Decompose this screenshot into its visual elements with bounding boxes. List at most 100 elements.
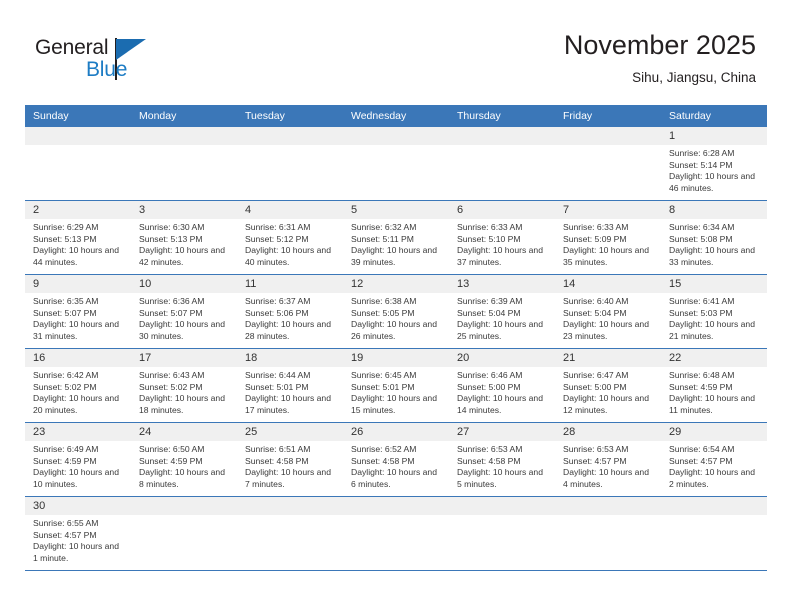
day-number-placeholder — [555, 127, 661, 145]
sunset-text: Sunset: 4:58 PM — [245, 455, 309, 466]
day-cell-9[interactable]: 9 Sunrise: 6:35 AM Sunset: 5:07 PM Daylight… — [25, 274, 131, 349]
day-cell-8[interactable]: 8 Sunrise: 6:34 AM Sunset: 5:08 PM Daylight… — [661, 200, 767, 275]
day-number: 10 — [131, 275, 237, 293]
day-number-placeholder — [555, 497, 661, 515]
day-number: 8 — [661, 201, 767, 219]
day-cell-empty — [343, 496, 449, 571]
day-info: Sunrise: 6:53 AM Sunset: 4:58 PM Daylight:… — [449, 441, 555, 490]
day-cell-inner — [131, 127, 237, 200]
day-info: Sunrise: 6:42 AM Sunset: 5:02 PM Daylight:… — [25, 367, 131, 416]
weekday-header-monday: Monday — [131, 105, 237, 127]
sunset-text: Sunset: 5:04 PM — [457, 307, 521, 318]
day-cell-inner: 21 Sunrise: 6:47 AM Sunset: 5:00 PM Dayligh… — [555, 349, 661, 422]
day-info: Sunrise: 6:36 AM Sunset: 5:07 PM Daylight:… — [131, 293, 237, 342]
day-cell-empty — [237, 496, 343, 571]
day-cell-12[interactable]: 12 Sunrise: 6:38 AM Sunset: 5:05 PM Dayligh… — [343, 274, 449, 349]
day-number: 18 — [237, 349, 343, 367]
day-info: Sunrise: 6:31 AM Sunset: 5:12 PM Daylight:… — [237, 219, 343, 268]
sunset-text: Sunset: 5:04 PM — [563, 307, 627, 318]
day-cell-5[interactable]: 5 Sunrise: 6:32 AM Sunset: 5:11 PM Daylight… — [343, 200, 449, 275]
day-cell-3[interactable]: 3 Sunrise: 6:30 AM Sunset: 5:13 PM Daylight… — [131, 200, 237, 275]
day-cell-10[interactable]: 10 Sunrise: 6:36 AM Sunset: 5:07 PM Dayligh… — [131, 274, 237, 349]
daylight-text: Daylight: 10 hours and 31 minutes. — [33, 319, 119, 341]
day-cell-29[interactable]: 29 Sunrise: 6:54 AM Sunset: 4:57 PM Dayligh… — [661, 422, 767, 497]
sunset-text: Sunset: 5:06 PM — [245, 307, 309, 318]
daylight-text: Daylight: 10 hours and 10 minutes. — [33, 467, 119, 489]
weekday-header-wednesday: Wednesday — [343, 105, 449, 127]
day-info: Sunrise: 6:38 AM Sunset: 5:05 PM Daylight:… — [343, 293, 449, 342]
sunrise-text: Sunrise: 6:37 AM — [245, 296, 311, 306]
day-info: Sunrise: 6:29 AM Sunset: 5:13 PM Daylight:… — [25, 219, 131, 268]
sunrise-text: Sunrise: 6:29 AM — [33, 222, 99, 232]
day-info: Sunrise: 6:35 AM Sunset: 5:07 PM Daylight:… — [25, 293, 131, 342]
day-cell-16[interactable]: 16 Sunrise: 6:42 AM Sunset: 5:02 PM Dayligh… — [25, 348, 131, 423]
daylight-text: Daylight: 10 hours and 5 minutes. — [457, 467, 543, 489]
day-cell-inner: 7 Sunrise: 6:33 AM Sunset: 5:09 PM Daylight… — [555, 201, 661, 274]
calendar-grid: Sunday Monday Tuesday Wednesday Thursday Frid… — [25, 105, 767, 571]
day-cell-inner: 5 Sunrise: 6:32 AM Sunset: 5:11 PM Daylight… — [343, 201, 449, 274]
day-cell-19[interactable]: 19 Sunrise: 6:45 AM Sunset: 5:01 PM Dayligh… — [343, 348, 449, 423]
day-cell-2[interactable]: 2 Sunrise: 6:29 AM Sunset: 5:13 PM Daylight… — [25, 200, 131, 275]
day-cell-inner — [131, 497, 237, 570]
day-cell-11[interactable]: 11 Sunrise: 6:37 AM Sunset: 5:06 PM Dayligh… — [237, 274, 343, 349]
day-cell-28[interactable]: 28 Sunrise: 6:53 AM Sunset: 4:57 PM Dayligh… — [555, 422, 661, 497]
sunrise-text: Sunrise: 6:34 AM — [669, 222, 735, 232]
day-number-placeholder — [237, 127, 343, 145]
day-cell-empty — [343, 127, 449, 201]
sunrise-text: Sunrise: 6:40 AM — [563, 296, 629, 306]
day-cell-27[interactable]: 27 Sunrise: 6:53 AM Sunset: 4:58 PM Dayligh… — [449, 422, 555, 497]
day-cell-4[interactable]: 4 Sunrise: 6:31 AM Sunset: 5:12 PM Daylight… — [237, 200, 343, 275]
location-subtitle: Sihu, Jiangsu, China — [632, 70, 756, 85]
day-cell-1[interactable]: 1 Sunrise: 6:28 AM Sunset: 5:14 PM Daylight… — [661, 127, 767, 201]
day-cell-inner — [449, 127, 555, 200]
weekday-header-friday: Friday — [555, 105, 661, 127]
day-cell-26[interactable]: 26 Sunrise: 6:52 AM Sunset: 4:58 PM Dayligh… — [343, 422, 449, 497]
day-cell-20[interactable]: 20 Sunrise: 6:46 AM Sunset: 5:00 PM Dayligh… — [449, 348, 555, 423]
day-cell-13[interactable]: 13 Sunrise: 6:39 AM Sunset: 5:04 PM Dayligh… — [449, 274, 555, 349]
day-number-placeholder — [237, 497, 343, 515]
sunset-text: Sunset: 5:07 PM — [33, 307, 97, 318]
day-cell-23[interactable]: 23 Sunrise: 6:49 AM Sunset: 4:59 PM Dayligh… — [25, 422, 131, 497]
sunset-text: Sunset: 5:12 PM — [245, 233, 309, 244]
day-cell-30[interactable]: 30 Sunrise: 6:55 AM Sunset: 4:57 PM Dayligh… — [25, 496, 131, 571]
day-info: Sunrise: 6:32 AM Sunset: 5:11 PM Daylight:… — [343, 219, 449, 268]
day-cell-21[interactable]: 21 Sunrise: 6:47 AM Sunset: 5:00 PM Dayligh… — [555, 348, 661, 423]
day-cell-24[interactable]: 24 Sunrise: 6:50 AM Sunset: 4:59 PM Dayligh… — [131, 422, 237, 497]
day-cell-inner: 27 Sunrise: 6:53 AM Sunset: 4:58 PM Dayligh… — [449, 423, 555, 496]
sunrise-text: Sunrise: 6:48 AM — [669, 370, 735, 380]
daylight-text: Daylight: 10 hours and 20 minutes. — [33, 393, 119, 415]
day-cell-22[interactable]: 22 Sunrise: 6:48 AM Sunset: 4:59 PM Dayligh… — [661, 348, 767, 423]
day-cell-25[interactable]: 25 Sunrise: 6:51 AM Sunset: 4:58 PM Dayligh… — [237, 422, 343, 497]
day-cell-14[interactable]: 14 Sunrise: 6:40 AM Sunset: 5:04 PM Dayligh… — [555, 274, 661, 349]
day-cell-17[interactable]: 17 Sunrise: 6:43 AM Sunset: 5:02 PM Dayligh… — [131, 348, 237, 423]
daylight-text: Daylight: 10 hours and 40 minutes. — [245, 245, 331, 267]
sunset-text: Sunset: 4:58 PM — [457, 455, 521, 466]
sunrise-text: Sunrise: 6:53 AM — [457, 444, 523, 454]
day-cell-15[interactable]: 15 Sunrise: 6:41 AM Sunset: 5:03 PM Dayligh… — [661, 274, 767, 349]
sunset-text: Sunset: 5:02 PM — [139, 381, 203, 392]
day-cell-6[interactable]: 6 Sunrise: 6:33 AM Sunset: 5:10 PM Daylight… — [449, 200, 555, 275]
sunrise-text: Sunrise: 6:35 AM — [33, 296, 99, 306]
daylight-text: Daylight: 10 hours and 18 minutes. — [139, 393, 225, 415]
sunset-text: Sunset: 5:07 PM — [139, 307, 203, 318]
daylight-text: Daylight: 10 hours and 25 minutes. — [457, 319, 543, 341]
sunrise-text: Sunrise: 6:38 AM — [351, 296, 417, 306]
daylight-text: Daylight: 10 hours and 44 minutes. — [33, 245, 119, 267]
day-cell-18[interactable]: 18 Sunrise: 6:44 AM Sunset: 5:01 PM Dayligh… — [237, 348, 343, 423]
day-cell-empty — [661, 496, 767, 571]
day-number: 27 — [449, 423, 555, 441]
sunset-text: Sunset: 5:08 PM — [669, 233, 733, 244]
daylight-text: Daylight: 10 hours and 37 minutes. — [457, 245, 543, 267]
day-cell-inner: 4 Sunrise: 6:31 AM Sunset: 5:12 PM Daylight… — [237, 201, 343, 274]
sunset-text: Sunset: 5:05 PM — [351, 307, 415, 318]
daylight-text: Daylight: 10 hours and 26 minutes. — [351, 319, 437, 341]
sunrise-text: Sunrise: 6:42 AM — [33, 370, 99, 380]
calendar-week-row: 16 Sunrise: 6:42 AM Sunset: 5:02 PM Dayligh… — [25, 348, 767, 423]
day-cell-7[interactable]: 7 Sunrise: 6:33 AM Sunset: 5:09 PM Daylight… — [555, 200, 661, 275]
day-cell-inner — [555, 497, 661, 570]
brand-logo[interactable]: General Blue — [35, 36, 215, 92]
day-info: Sunrise: 6:49 AM Sunset: 4:59 PM Daylight:… — [25, 441, 131, 490]
day-cell-inner — [237, 497, 343, 570]
day-info: Sunrise: 6:37 AM Sunset: 5:06 PM Daylight:… — [237, 293, 343, 342]
calendar-week-row: 23 Sunrise: 6:49 AM Sunset: 4:59 PM Dayligh… — [25, 422, 767, 497]
